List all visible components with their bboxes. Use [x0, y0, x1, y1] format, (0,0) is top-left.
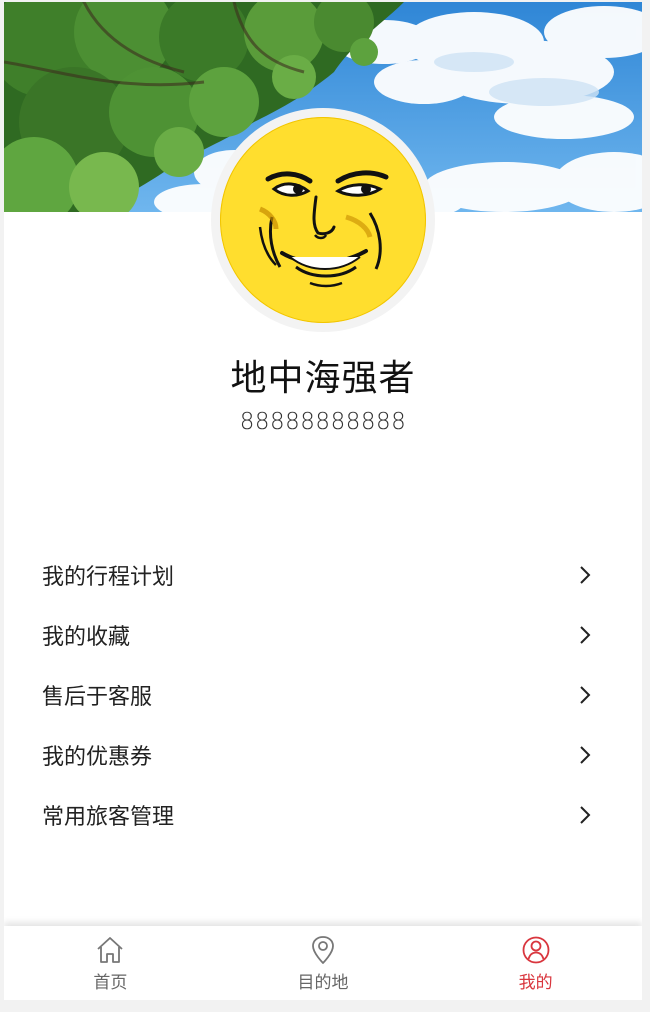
- chevron-right-icon: [580, 806, 591, 824]
- profile-menu: 我的行程计划 我的收藏 售后于客服 我的优惠券 常用旅客管理: [4, 545, 642, 845]
- profile-phone: 88888888888: [239, 409, 407, 435]
- menu-item-trip-plans[interactable]: 我的行程计划: [4, 545, 642, 605]
- tab-label: 我的: [518, 973, 553, 993]
- menu-item-customer-service[interactable]: 售后于客服: [4, 665, 642, 725]
- chevron-right-icon: [580, 626, 591, 644]
- tab-destinations[interactable]: 目的地: [217, 926, 430, 1000]
- menu-item-coupons[interactable]: 我的优惠券: [4, 725, 642, 785]
- menu-item-frequent-travelers[interactable]: 常用旅客管理: [4, 785, 642, 845]
- menu-item-label: 我的行程计划: [42, 565, 175, 590]
- bottom-tab-bar: 首页 目的地 我的: [4, 926, 642, 1000]
- menu-item-label: 常用旅客管理: [42, 805, 175, 830]
- chevron-right-icon: [580, 686, 591, 704]
- tab-home[interactable]: 首页: [4, 926, 217, 1000]
- menu-item-label: 我的收藏: [42, 625, 131, 650]
- chevron-right-icon: [580, 746, 591, 764]
- tab-label: 首页: [93, 973, 128, 993]
- location-pin-icon: [312, 936, 334, 964]
- tab-mine[interactable]: 我的: [429, 926, 642, 1000]
- home-icon: [97, 937, 123, 963]
- profile-name: 地中海强者: [230, 358, 416, 399]
- avatar-frame[interactable]: [211, 108, 435, 332]
- chevron-right-icon: [580, 566, 591, 584]
- menu-item-favorites[interactable]: 我的收藏: [4, 605, 642, 665]
- menu-item-label: 售后于客服: [42, 685, 153, 710]
- user-icon: [522, 936, 550, 964]
- tab-label: 目的地: [297, 973, 349, 993]
- avatar[interactable]: [220, 117, 426, 323]
- profile-page: 地中海强者 88888888888 我的行程计划 我的收藏 售后于客服 我的优惠…: [4, 2, 642, 1000]
- menu-item-label: 我的优惠券: [42, 745, 153, 770]
